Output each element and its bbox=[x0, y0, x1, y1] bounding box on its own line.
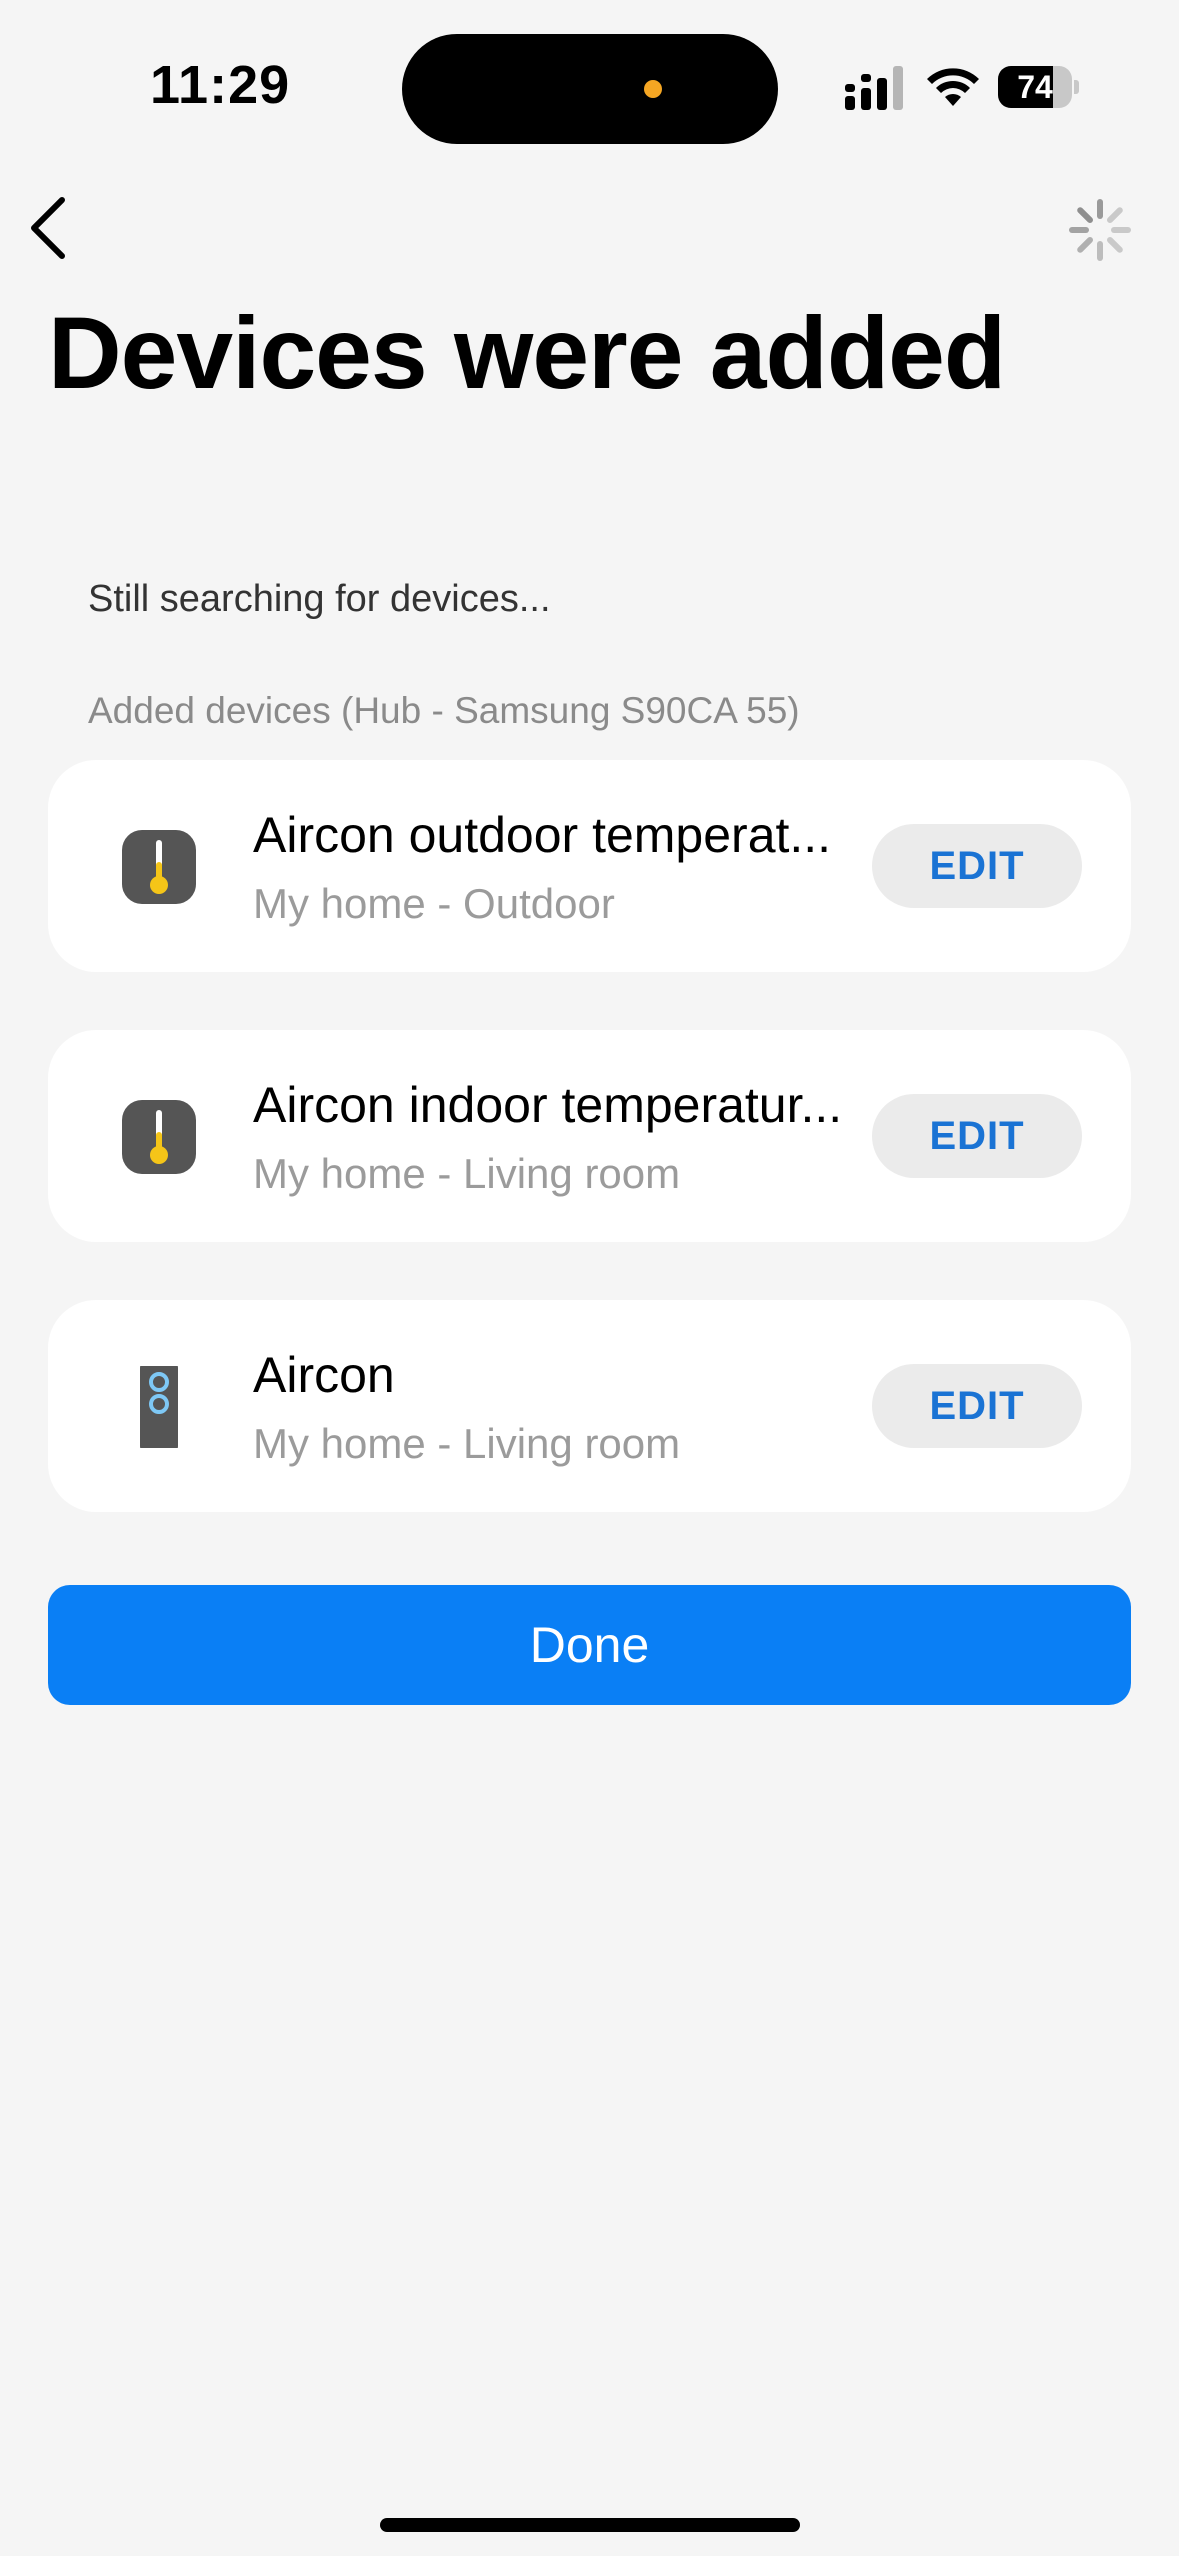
device-name: Aircon outdoor temperat... bbox=[253, 807, 832, 863]
page-title: Devices were added bbox=[48, 296, 1006, 410]
added-devices-label: Added devices (Hub - Samsung S90CA 55) bbox=[88, 690, 800, 731]
status-time: 11:29 bbox=[150, 55, 291, 115]
wifi-icon bbox=[927, 68, 979, 106]
edit-button[interactable]: EDIT bbox=[872, 1094, 1082, 1178]
device-location: My home - Living room bbox=[253, 1420, 681, 1467]
done-button[interactable]: Done bbox=[48, 1585, 1131, 1705]
battery-body: 74 bbox=[998, 66, 1072, 108]
device-card[interactable]: Aircon outdoor temperat... My home - Out… bbox=[48, 760, 1131, 972]
device-location: My home - Outdoor bbox=[253, 880, 615, 927]
device-card[interactable]: Aircon indoor temperatur... My home - Li… bbox=[48, 1030, 1131, 1242]
thermometer-icon bbox=[122, 830, 196, 904]
thermometer-icon bbox=[122, 1100, 196, 1174]
edit-button[interactable]: EDIT bbox=[872, 1364, 1082, 1448]
battery-level: 74 bbox=[1017, 69, 1053, 105]
spinner-icon bbox=[1069, 199, 1131, 261]
privacy-indicator-dot bbox=[644, 80, 662, 98]
status-bar: 11:29 74 bbox=[0, 0, 1179, 175]
remote-control-icon bbox=[140, 1366, 178, 1448]
battery-icon: 74 bbox=[998, 66, 1080, 108]
signal-icon bbox=[845, 66, 903, 110]
dynamic-island bbox=[402, 34, 778, 144]
back-button[interactable] bbox=[16, 190, 80, 266]
chevron-left-icon bbox=[31, 197, 65, 259]
edit-button[interactable]: EDIT bbox=[872, 824, 1082, 908]
device-card[interactable]: Aircon My home - Living room EDIT bbox=[48, 1300, 1131, 1512]
battery-cap bbox=[1074, 80, 1079, 94]
device-name: Aircon indoor temperatur... bbox=[253, 1077, 843, 1133]
device-name: Aircon bbox=[253, 1347, 395, 1403]
device-location: My home - Living room bbox=[253, 1150, 681, 1197]
home-indicator[interactable] bbox=[380, 2518, 800, 2532]
searching-status: Still searching for devices... bbox=[88, 578, 551, 620]
